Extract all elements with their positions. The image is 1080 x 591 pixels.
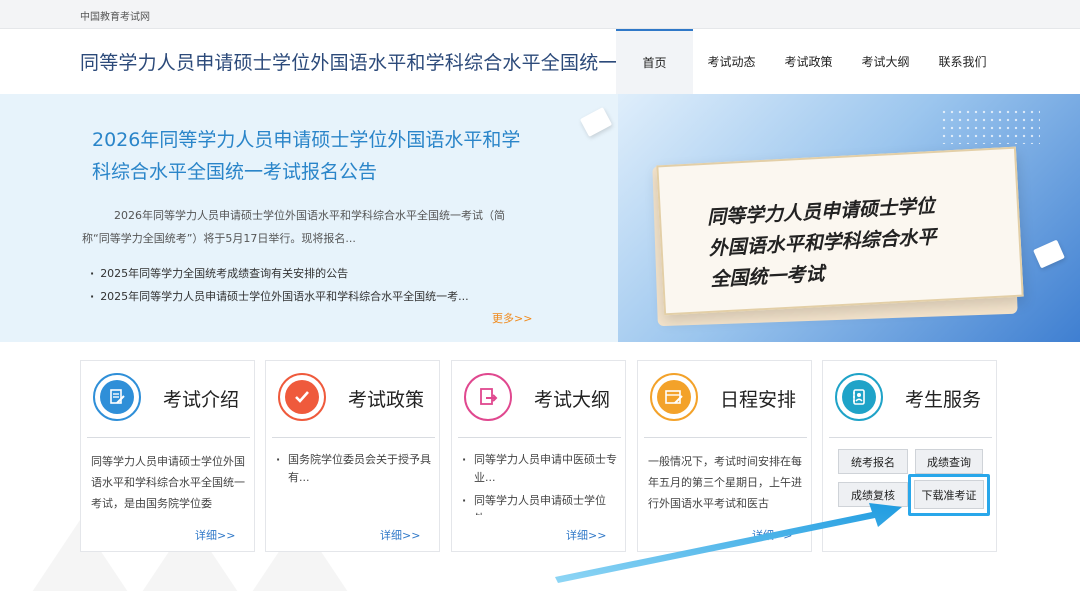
card-header: 考试介绍	[81, 361, 254, 439]
card-title: 考试政策	[348, 389, 425, 411]
top-strip: 中国教育考试网	[0, 0, 1080, 29]
main-nav: 首页 考试动态 考试政策 考试大纲 联系我们	[616, 29, 1001, 94]
card-text: 同等学力人员申请硕士学位外国语水平和学科综合水平全国统一考试，是由国务院学位委	[91, 455, 245, 510]
header: 同等学力人员申请硕士学位外国语水平和学科综合水平全国统一考试 首页 考试动态 考…	[0, 29, 1080, 94]
document-edit-icon	[93, 373, 141, 421]
flying-paper-icon	[579, 107, 613, 137]
detail-link[interactable]: 详细>>	[566, 527, 606, 543]
highlight-box	[908, 474, 990, 516]
nav-item-exam-news[interactable]: 考试动态	[693, 29, 770, 94]
exam-registration-button[interactable]: 统考报名	[838, 449, 908, 474]
card-header: 考试大纲	[452, 361, 625, 439]
exam-policy-card: 考试政策 国务院学位委员会关于授予具有... 详细>>	[265, 360, 440, 552]
nav-item-exam-policy[interactable]: 考试政策	[770, 29, 847, 94]
card-text: 一般情况下，考试时间安排在每年五月的第三个星期日，上午进行外国语水平考试和医古	[648, 455, 802, 510]
divider	[87, 437, 250, 438]
list-item-link[interactable]: 国务院学位委员会关于授予具有...	[276, 451, 432, 487]
nav-item-contact[interactable]: 联系我们	[924, 29, 1001, 94]
export-document-icon	[464, 373, 512, 421]
news-item-link[interactable]: 2025年同等学力全国统考成绩查询有关安排的公告	[90, 262, 469, 285]
announcement-title-link[interactable]: 2026年同等学力人员申请硕士学位外国语水平和学科综合水平全国统一考试报名公告	[92, 124, 522, 188]
divider	[644, 437, 807, 438]
detail-link[interactable]: 详细>>	[195, 527, 235, 543]
announcement-summary: 2026年同等学力人员申请硕士学位外国语水平和学科综合水平全国统一考试（简称“同…	[82, 209, 505, 245]
site-name-link[interactable]: 中国教育考试网	[80, 8, 150, 23]
list-item-link[interactable]: 同等学力人员申请中医硕士专业...	[462, 451, 618, 487]
address-book-icon	[835, 373, 883, 421]
card-title: 考试介绍	[163, 389, 240, 411]
card-header: 考生服务	[823, 361, 996, 439]
score-review-button[interactable]: 成绩复核	[838, 482, 908, 507]
card-list: 国务院学位委员会关于授予具有...	[276, 451, 432, 515]
schedule-card: 日程安排 一般情况下，考试时间安排在每年五月的第三个星期日，上午进行外国语水平考…	[637, 360, 812, 552]
checkmark-icon	[278, 373, 326, 421]
list-item-link[interactable]: 同等学力人员申请硕士学位外...	[462, 492, 618, 515]
exam-book-illustration: 同等学力人员申请硕士学位 外国语水平和学科综合水平 全国统一考试	[656, 146, 1024, 316]
news-item-link[interactable]: 2025年同等学力人员申请硕士学位外国语水平和学科综合水平全国统一考...	[90, 285, 468, 308]
more-link[interactable]: 更多>>	[492, 310, 532, 326]
dot-pattern-decoration	[940, 108, 1040, 144]
exam-intro-card: 考试介绍 同等学力人员申请硕士学位外国语水平和学科综合水平全国统一考试，是由国务…	[80, 360, 255, 552]
page-title: 同等学力人员申请硕士学位外国语水平和学科综合水平全国统一考试	[80, 52, 657, 74]
nav-item-exam-syllabus[interactable]: 考试大纲	[847, 29, 924, 94]
detail-link[interactable]: 详细>>	[380, 527, 420, 543]
banner: 同等学力人员申请硕士学位 外国语水平和学科综合水平 全国统一考试 2026年同等…	[0, 94, 1080, 342]
card-header: 日程安排	[638, 361, 811, 439]
exam-syllabus-card: 考试大纲 同等学力人员申请中医硕士专业... 同等学力人员申请硕士学位外... …	[451, 360, 626, 552]
nav-item-home[interactable]: 首页	[616, 29, 693, 94]
card-header: 考试政策	[266, 361, 439, 439]
news-list: 2025年同等学力全国统考成绩查询有关安排的公告 2025年同等学力人员申请硕士…	[90, 262, 469, 308]
score-query-button[interactable]: 成绩查询	[915, 449, 983, 474]
divider	[272, 437, 435, 438]
card-title: 考生服务	[905, 389, 982, 411]
card-list: 同等学力人员申请中医硕士专业... 同等学力人员申请硕士学位外...	[462, 451, 618, 515]
divider	[829, 437, 992, 438]
calendar-edit-icon	[650, 373, 698, 421]
divider	[458, 437, 621, 438]
book-title: 同等学力人员申请硕士学位 外国语水平和学科综合水平 全国统一考试	[706, 191, 939, 296]
card-title: 考试大纲	[534, 389, 611, 411]
detail-link[interactable]: 详细>>	[752, 527, 792, 543]
card-title: 日程安排	[720, 389, 797, 411]
